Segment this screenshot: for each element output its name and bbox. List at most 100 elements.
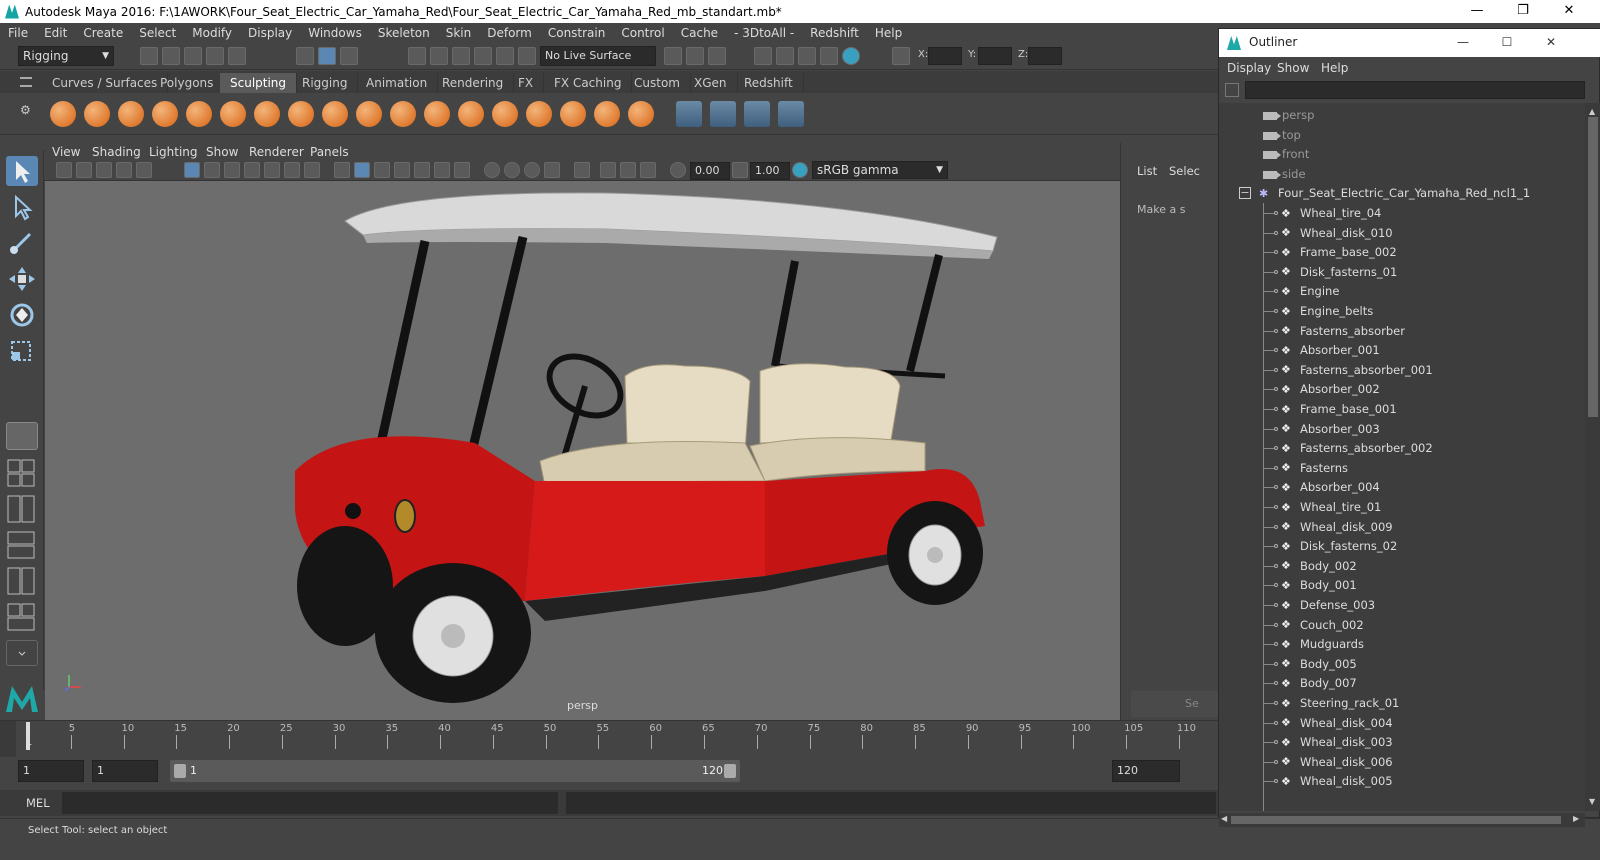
relax-tool-icon[interactable] <box>118 101 144 127</box>
outliner-hscroll-thumb[interactable] <box>1231 816 1561 824</box>
save-scene-icon[interactable] <box>184 47 202 65</box>
outliner-minimize-button[interactable]: — <box>1443 32 1483 54</box>
fill-tool-icon[interactable] <box>458 101 484 127</box>
expand-dot-icon[interactable] <box>1274 465 1278 470</box>
tab-fx-caching[interactable]: FX Caching <box>544 73 633 93</box>
mel-label[interactable]: MEL <box>26 796 50 810</box>
smooth-shade-icon[interactable] <box>354 162 370 178</box>
expand-dot-icon[interactable] <box>1274 250 1278 255</box>
depth-of-field-icon[interactable] <box>544 162 560 178</box>
expand-dot-icon[interactable] <box>1274 622 1278 627</box>
live-surface-field[interactable]: No Live Surface <box>540 46 656 66</box>
menu-cache[interactable]: Cache <box>673 26 726 40</box>
lasso-tool-icon[interactable] <box>6 192 38 222</box>
outliner-item[interactable]: ❖ Body_005 <box>1281 654 1357 674</box>
outliner-item-side[interactable]: side <box>1263 164 1306 184</box>
expand-dot-icon[interactable] <box>1274 563 1278 568</box>
outliner-item[interactable]: ❖ Disk_fasterns_02 <box>1281 536 1397 556</box>
outliner-item[interactable]: ❖ Wheal_disk_003 <box>1281 732 1393 752</box>
safe-title-icon[interactable] <box>304 162 320 178</box>
four-view-layout-icon[interactable] <box>6 458 38 488</box>
expand-dot-icon[interactable] <box>1274 505 1278 509</box>
redo-icon[interactable] <box>228 47 246 65</box>
outliner-item-front[interactable]: front <box>1263 144 1309 164</box>
time-slider[interactable]: 1 5 10 15 20 25 30 35 40 45 50 55 60 65 70 75 80 85 90 95 1… <box>0 720 1218 758</box>
grid-icon[interactable] <box>184 162 200 178</box>
list-menu[interactable]: List <box>1137 164 1157 178</box>
xray-components-icon[interactable] <box>640 162 656 178</box>
range-slider[interactable]: 1 120 <box>170 760 740 782</box>
outliner-search-input[interactable] <box>1245 81 1585 99</box>
gamma-input[interactable]: 1.00 <box>750 162 790 180</box>
scroll-left-icon[interactable]: ◀ <box>1221 814 1227 823</box>
menu-create[interactable]: Create <box>75 26 131 40</box>
input-output-icon[interactable] <box>664 47 682 65</box>
scroll-right-icon[interactable]: ▶ <box>1573 814 1579 823</box>
snap-view-icon[interactable] <box>474 47 492 65</box>
filter-icon[interactable] <box>1225 83 1239 97</box>
hypershade-icon[interactable] <box>842 47 860 65</box>
outliner-item[interactable]: ❖ Frame_base_001 <box>1281 399 1397 419</box>
flatten-tool-icon[interactable] <box>220 101 246 127</box>
amplify-tool-icon[interactable] <box>594 101 620 127</box>
xray-icon[interactable] <box>600 162 616 178</box>
spray-tool-icon[interactable] <box>288 101 314 127</box>
select-object-icon[interactable] <box>318 47 336 65</box>
outliner-menu-show[interactable]: Show <box>1277 61 1309 75</box>
scrape-tool-icon[interactable] <box>424 101 450 127</box>
expand-dot-icon[interactable] <box>1274 348 1278 353</box>
outliner-item-top[interactable]: top <box>1263 125 1301 145</box>
menu-help[interactable]: Help <box>867 26 910 40</box>
select-menu[interactable]: Selec <box>1169 164 1200 178</box>
expand-dot-icon[interactable] <box>1274 603 1278 607</box>
expand-dot-icon[interactable] <box>1274 387 1278 392</box>
animation-end-input[interactable]: 120 <box>1112 760 1180 782</box>
outliner-item[interactable]: ❖ Wheal_disk_010 <box>1281 223 1393 243</box>
hypershade-layout-icon[interactable] <box>6 602 38 632</box>
two-d-pan-icon[interactable] <box>116 162 132 178</box>
outliner-item[interactable]: ❖ Fasterns_absorber_001 <box>1281 360 1433 380</box>
tab-sculpting[interactable]: Sculpting <box>220 73 298 93</box>
foamy-tool-icon[interactable] <box>254 101 280 127</box>
outliner-item[interactable]: ❖ Fasterns_absorber_002 <box>1281 438 1433 458</box>
expand-dot-icon[interactable] <box>1274 446 1278 451</box>
convert-to-frozen-icon[interactable] <box>676 101 702 127</box>
menu-deform[interactable]: Deform <box>479 26 540 40</box>
sculpt-tool-icon[interactable] <box>50 101 76 127</box>
outliner-item[interactable]: ❖ Engine_belts <box>1281 301 1373 321</box>
panel-menu-view[interactable]: View <box>52 145 80 159</box>
construction-history-icon[interactable] <box>708 47 726 65</box>
outliner-item[interactable]: ❖ Frame_base_002 <box>1281 242 1397 262</box>
outliner-maximize-button[interactable]: ☐ <box>1487 32 1527 54</box>
collapse-toggle-icon[interactable]: − <box>1239 187 1251 199</box>
render-frame-icon[interactable] <box>754 47 772 65</box>
outliner-item[interactable]: ❖ Engine <box>1281 281 1339 301</box>
outliner-scroll-thumb[interactable] <box>1588 117 1598 417</box>
layout-options-icon[interactable] <box>6 640 38 666</box>
smear-tool-icon[interactable] <box>526 101 552 127</box>
menu-windows[interactable]: Windows <box>300 26 370 40</box>
range-start-handle[interactable] <box>174 764 186 778</box>
playback-start-input[interactable]: 1 <box>92 760 158 782</box>
wireframe-on-shaded-icon[interactable] <box>394 162 410 178</box>
close-button[interactable]: ✕ <box>1546 0 1592 23</box>
camera-attributes-icon[interactable] <box>56 162 72 178</box>
outliner-item[interactable]: ❖ Wheal_disk_006 <box>1281 752 1393 772</box>
move-tool-icon[interactable] <box>6 264 38 294</box>
outliner-item[interactable]: ❖ Mudguards <box>1281 634 1364 654</box>
freeze-tool-icon[interactable] <box>628 101 654 127</box>
snap-grid-icon[interactable] <box>408 47 426 65</box>
outliner-item[interactable]: ❖ Body_001 <box>1281 575 1357 595</box>
expand-dot-icon[interactable] <box>1274 740 1278 745</box>
transform-mode-icon[interactable] <box>892 47 910 65</box>
expand-dot-icon[interactable] <box>1274 779 1278 784</box>
tab-xgen[interactable]: XGen <box>684 73 738 93</box>
tab-rendering[interactable]: Rendering <box>432 73 515 93</box>
wax-tool-icon[interactable] <box>390 101 416 127</box>
outliner-item[interactable]: ❖ Body_007 <box>1281 673 1357 693</box>
range-end-handle[interactable] <box>724 764 736 778</box>
outliner-item[interactable]: ❖ Fasterns <box>1281 458 1348 478</box>
scroll-up-icon[interactable]: ▲ <box>1589 107 1595 116</box>
menu-skin[interactable]: Skin <box>438 26 480 40</box>
outliner-item[interactable]: ❖ Absorber_002 <box>1281 379 1380 399</box>
